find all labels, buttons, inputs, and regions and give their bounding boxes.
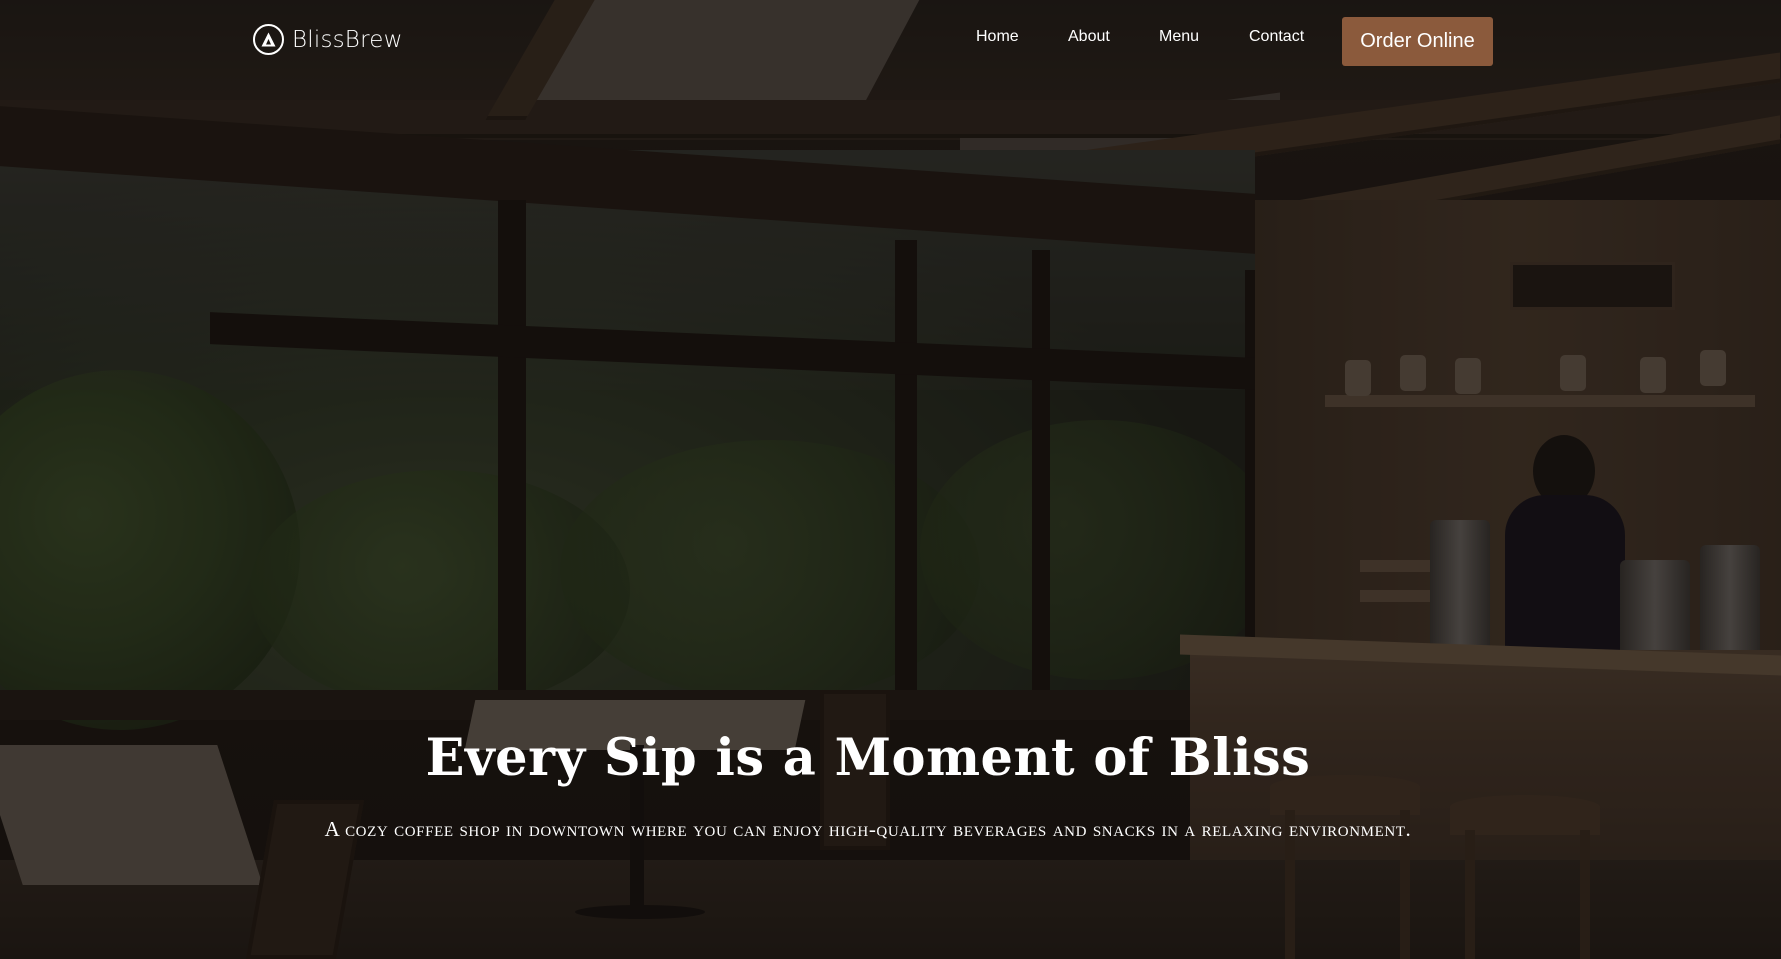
hero-section: BlissBrew Home About Menu Contact Order …: [0, 0, 1781, 959]
hero-subtitle: A cozy coffee shop in downtown where you…: [324, 817, 1412, 841]
hero-title: Every Sip is a Moment of Bliss: [425, 728, 1311, 788]
nav-link-contact[interactable]: Contact: [1249, 28, 1304, 46]
triangle-a-icon: [261, 32, 276, 47]
brand-logo-icon: [253, 24, 284, 55]
nav-link-about[interactable]: About: [1068, 28, 1110, 46]
brand-logo-link[interactable]: BlissBrew: [253, 24, 403, 55]
nav-link-menu[interactable]: Menu: [1159, 28, 1199, 46]
nav-link-home[interactable]: Home: [976, 28, 1019, 46]
brand-name: BlissBrew: [292, 26, 403, 53]
order-online-button[interactable]: Order Online: [1342, 17, 1493, 66]
top-navbar: BlissBrew Home About Menu Contact Order …: [0, 0, 1781, 82]
